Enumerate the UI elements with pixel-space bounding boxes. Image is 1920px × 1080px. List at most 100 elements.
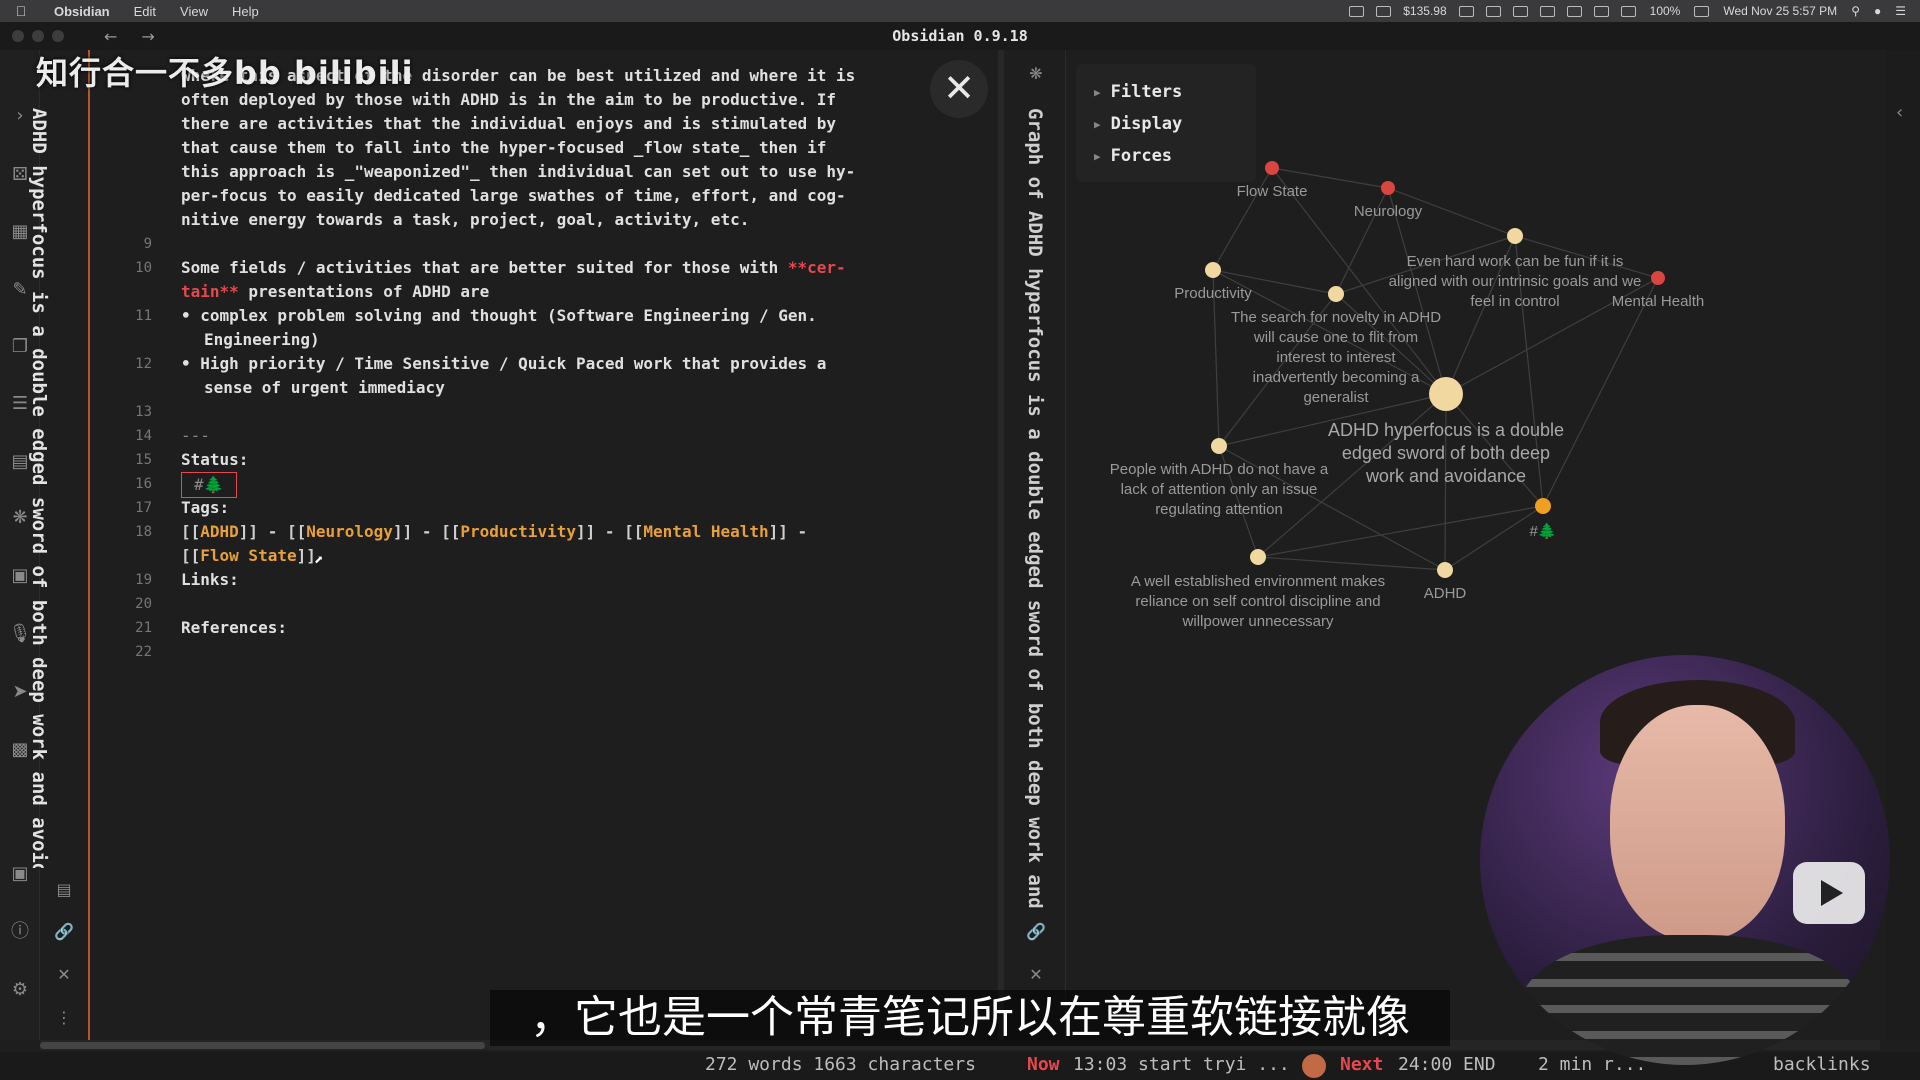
graph-node[interactable]	[1211, 438, 1227, 454]
graph-controls-panel: ▶ Filters ▶ Display ▶ Forces	[1076, 64, 1256, 182]
bullet-icon: •	[181, 306, 201, 325]
stock-price[interactable]: $135.98	[1403, 4, 1446, 18]
graph-edge	[1257, 556, 1446, 571]
fields-line: tain** presentations of ADHD are	[181, 280, 489, 304]
graph-icon[interactable]: ❋	[1024, 64, 1048, 83]
graph-node-label: People with ADHD do not have a lack of at…	[1110, 461, 1329, 518]
wikilink-mental-health[interactable]: Mental Health	[643, 522, 768, 541]
graph-node[interactable]	[1381, 181, 1395, 195]
triangle-right-icon: ▶	[1094, 117, 1101, 131]
cloud-icon[interactable]	[1458, 5, 1474, 17]
paragraph-text: per-focus to easily dedicated large swat…	[181, 186, 846, 205]
close-button[interactable]: ✕	[930, 60, 988, 118]
scrollbar-thumb[interactable]	[40, 1042, 485, 1049]
clock-icon[interactable]	[1593, 5, 1609, 17]
globe-icon[interactable]	[1512, 5, 1528, 17]
pomodoro-now-text[interactable]: 13:03 start tryi ...	[1073, 1054, 1290, 1075]
forces-label: Forces	[1110, 146, 1173, 166]
note-editor[interactable]: where this aspect of the disorder can be…	[92, 50, 1000, 1040]
calendar-icon[interactable]	[1539, 5, 1555, 17]
apple-icon[interactable]: 	[0, 3, 42, 19]
line-number: 11	[135, 308, 152, 324]
close-pane-icon[interactable]: ✕	[52, 965, 76, 984]
line-number: 16	[135, 476, 152, 492]
note-pane-title[interactable]: ADHD hyperfocus is a double edged sword …	[28, 108, 50, 868]
window-controls	[0, 30, 64, 42]
search-icon[interactable]: ⚲	[1851, 4, 1860, 18]
wifi-icon[interactable]	[1620, 5, 1636, 17]
tags-label: Tags:	[181, 498, 230, 517]
tray-icon[interactable]	[1349, 5, 1365, 17]
graph-node[interactable]	[1437, 562, 1453, 578]
graph-node-label: The search for novelty in ADHD will cause…	[1231, 309, 1441, 406]
graph-node[interactable]	[1507, 228, 1523, 244]
links-label: Links:	[181, 570, 239, 589]
graph-node[interactable]	[1535, 498, 1551, 514]
menu-app-obsidian[interactable]: Obsidian	[42, 4, 122, 19]
line-number: 13	[135, 404, 152, 420]
paragraph-line: that cause them to fall into the hyper-f…	[92, 136, 912, 160]
right-sidebar-collapsed[interactable]: ‹	[1886, 50, 1920, 1040]
status-tag[interactable]: #🌲	[181, 472, 237, 498]
fields-text: presentations of ADHD are	[238, 282, 490, 301]
more-options-icon[interactable]: ⋮	[52, 1008, 76, 1027]
filters-toggle[interactable]: ▶ Filters	[1094, 76, 1256, 108]
line-number: 20	[135, 596, 152, 612]
tag-links-line: [[ADHD]] - [[Neurology]] - [[Productivit…	[181, 522, 808, 541]
link-icon[interactable]: 🔗	[1024, 922, 1048, 941]
battery-percent[interactable]: 100%	[1650, 4, 1681, 18]
editor-scrollbar[interactable]	[998, 50, 1004, 1040]
user-avatar-icon[interactable]: ●	[1874, 4, 1881, 18]
forward-arrow-icon[interactable]: →	[141, 27, 154, 46]
close-pane-icon[interactable]: ✕	[1024, 965, 1048, 984]
expand-left-chevron-icon[interactable]: ‹	[1896, 102, 1903, 123]
graph-edge	[1257, 505, 1544, 558]
battery-icon[interactable]	[1694, 5, 1710, 17]
line-number: 9	[143, 236, 152, 252]
wikilink-productivity[interactable]: Productivity	[460, 522, 576, 541]
fields-text: Some fields / activities that are better…	[181, 258, 788, 277]
tray-icon[interactable]	[1376, 5, 1392, 17]
graph-node[interactable]	[1328, 286, 1344, 302]
graph-node-label: A well established environment makes reli…	[1131, 573, 1385, 630]
graph-node[interactable]	[1205, 262, 1221, 278]
bullet-text: sense of urgent immediacy	[204, 378, 445, 397]
settings-gear-icon[interactable]: ⚙	[8, 978, 32, 1002]
display-toggle[interactable]: ▶ Display	[1094, 108, 1256, 140]
graph-node[interactable]	[1250, 549, 1266, 565]
menu-edit[interactable]: Edit	[122, 4, 168, 19]
video-watermark: 知行合一不多bb bilibili	[36, 54, 414, 92]
menu-help[interactable]: Help	[220, 4, 271, 19]
clock-datetime[interactable]: Wed Nov 25 5:57 PM	[1723, 4, 1837, 18]
references-label: References:	[181, 618, 287, 637]
wikilink-neurology[interactable]: Neurology	[306, 522, 393, 541]
graph-node-label: Mental Health	[1612, 293, 1705, 310]
close-window-button[interactable]	[12, 30, 24, 42]
triangle-right-icon: ▶	[1094, 149, 1101, 163]
back-arrow-icon[interactable]: ←	[104, 27, 117, 46]
horizontal-rule: ---	[181, 426, 210, 445]
help-icon[interactable]: ⓘ	[8, 920, 32, 944]
line-number: 18	[135, 524, 152, 540]
paragraph-line: this approach is _"weaponized"_ then ind…	[92, 160, 912, 184]
graph-node[interactable]	[1429, 377, 1463, 411]
lock-icon[interactable]	[1485, 5, 1501, 17]
outline-icon[interactable]: ▤	[52, 880, 76, 899]
control-center-icon[interactable]: ☰	[1895, 4, 1906, 18]
graph-node[interactable]	[1265, 161, 1279, 175]
line-number: 12	[135, 356, 152, 372]
volume-icon[interactable]	[1566, 5, 1582, 17]
wikilink-adhd[interactable]: ADHD	[200, 522, 239, 541]
minimize-window-button[interactable]	[32, 30, 44, 42]
graph-node-label: Even hard work can be fun if it is aligne…	[1389, 253, 1642, 310]
graph-node-label: Flow State	[1237, 183, 1308, 200]
forces-toggle[interactable]: ▶ Forces	[1094, 140, 1256, 172]
timer-dot-icon[interactable]	[1302, 1054, 1326, 1078]
link-icon[interactable]: 🔗	[52, 922, 76, 941]
graph-node[interactable]	[1651, 271, 1665, 285]
graph-edge	[1444, 505, 1544, 571]
graph-pane-title[interactable]: Graph of ADHD hyperfocus is a double edg…	[1024, 108, 1046, 908]
menu-view[interactable]: View	[168, 4, 220, 19]
wikilink-flow-state[interactable]: Flow State	[200, 546, 296, 565]
maximize-window-button[interactable]	[52, 30, 64, 42]
